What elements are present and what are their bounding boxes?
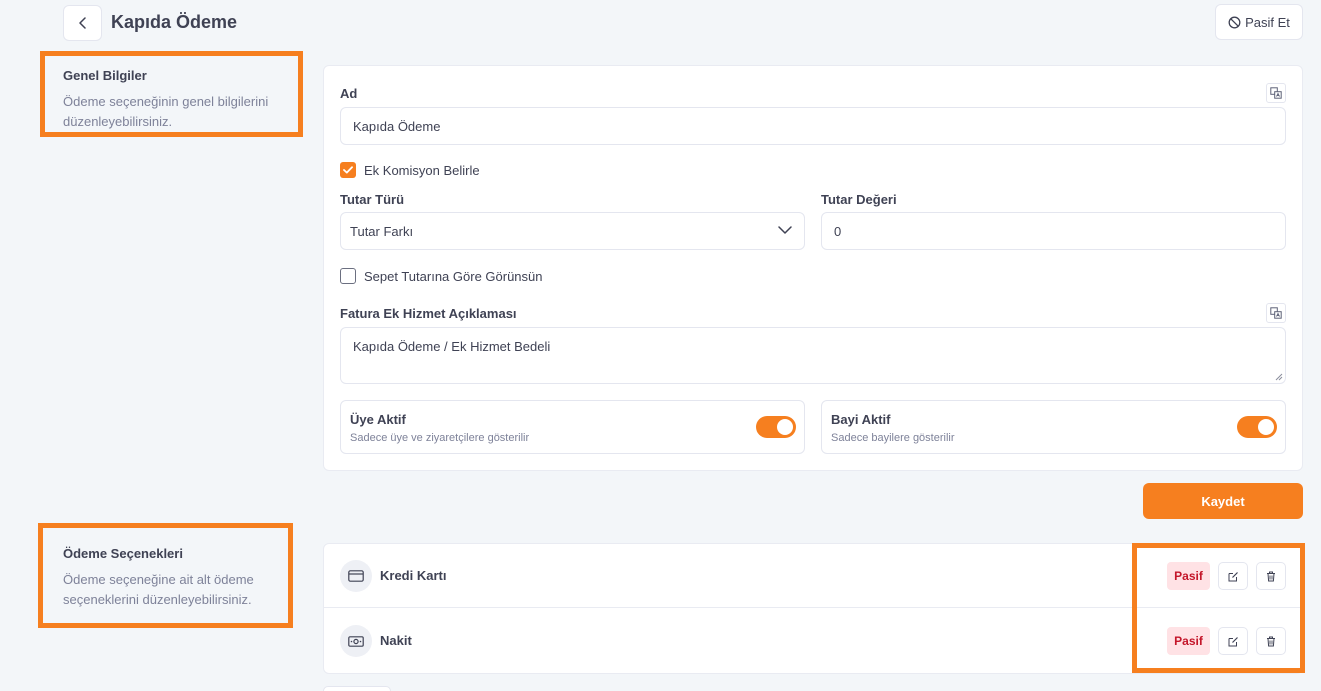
trash-icon <box>1267 636 1275 646</box>
tutar-turu-value: Tutar Farkı <box>350 223 414 239</box>
sepet-label: Sepet Tutarına Göre Görünsün <box>364 268 543 284</box>
credit-card-icon <box>348 570 364 582</box>
chevron-left-icon <box>78 17 86 29</box>
bayi-aktif-description: Sadece bayilere gösterilir <box>831 432 955 444</box>
uye-aktif-toggle[interactable] <box>756 416 796 438</box>
pasif-et-button[interactable]: Pasif Et <box>1215 4 1303 40</box>
tutar-turu-label: Tutar Türü <box>340 192 405 207</box>
toggle-knob <box>1258 419 1274 435</box>
option-name: Nakit <box>380 633 412 648</box>
tutar-degeri-input[interactable]: 0 <box>821 212 1286 250</box>
ad-label: Ad <box>340 86 358 101</box>
ek-komisyon-label: Ek Komisyon Belirle <box>364 162 480 178</box>
general-section-title: Genel Bilgiler <box>63 68 147 83</box>
edit-button[interactable] <box>1218 562 1248 590</box>
translate-icon <box>1270 307 1282 319</box>
delete-button[interactable] <box>1256 562 1286 590</box>
list-item: Nakit Pasif <box>324 609 1302 673</box>
option-icon-wrap <box>340 625 372 657</box>
tutar-turu-select[interactable]: Tutar Farkı <box>340 212 805 250</box>
ad-input-value: Kapıda Ödeme <box>353 118 441 134</box>
payment-options-card: Kredi Kartı Pasif Nakit Pasif <box>323 543 1303 674</box>
edit-icon <box>1228 636 1238 646</box>
delete-button[interactable] <box>1256 627 1286 655</box>
ek-komisyon-checkbox[interactable] <box>340 162 356 178</box>
fatura-label: Fatura Ek Hizmet Açıklaması <box>340 306 517 321</box>
tutar-degeri-value: 0 <box>834 223 842 239</box>
tutar-degeri-label: Tutar Değeri <box>821 192 897 207</box>
save-button[interactable]: Kaydet <box>1143 483 1303 519</box>
sepet-checkbox[interactable] <box>340 268 356 284</box>
uye-aktif-box: Üye Aktif Sadece üye ve ziyaretçilere gö… <box>340 400 805 454</box>
bayi-aktif-title: Bayi Aktif <box>831 412 891 427</box>
option-icon-wrap <box>340 560 372 592</box>
pasif-et-label: Pasif Et <box>1245 14 1290 30</box>
general-section-description: Ödeme seçeneğinin genel bilgilerini düze… <box>63 94 269 129</box>
fatura-textarea[interactable]: Kapıda Ödeme / Ek Hizmet Bedeli <box>340 327 1286 384</box>
options-section-title: Ödeme Seçenekleri <box>63 546 183 561</box>
add-option-button[interactable] <box>323 686 391 691</box>
ad-input[interactable]: Kapıda Ödeme <box>340 107 1286 145</box>
translate-button[interactable] <box>1266 303 1286 323</box>
translate-button[interactable] <box>1266 83 1286 103</box>
ek-komisyon-checkbox-row[interactable]: Ek Komisyon Belirle <box>340 162 480 178</box>
resize-handle-icon[interactable] <box>1275 373 1283 381</box>
chevron-down-icon <box>778 226 792 234</box>
edit-icon <box>1228 571 1238 581</box>
options-section-info: Ödeme Seçenekleri Ödeme seçeneğine ait a… <box>63 546 278 610</box>
bayi-aktif-toggle[interactable] <box>1237 416 1277 438</box>
sepet-checkbox-row[interactable]: Sepet Tutarına Göre Görünsün <box>340 268 543 284</box>
edit-button[interactable] <box>1218 627 1248 655</box>
uye-aktif-title: Üye Aktif <box>350 412 406 427</box>
translate-icon <box>1270 87 1282 99</box>
list-item: Kredi Kartı Pasif <box>324 544 1302 608</box>
general-section-info: Genel Bilgiler Ödeme seçeneğinin genel b… <box>63 68 293 132</box>
general-info-card: Ad Kapıda Ödeme Ek Komisyon Belirle Tuta… <box>323 65 1303 471</box>
option-name: Kredi Kartı <box>380 568 447 583</box>
page-title: Kapıda Ödeme <box>111 12 238 32</box>
trash-icon <box>1267 571 1275 581</box>
uye-aktif-description: Sadece üye ve ziyaretçilere gösterilir <box>350 432 530 444</box>
bayi-aktif-box: Bayi Aktif Sadece bayilere gösterilir <box>821 400 1286 454</box>
options-section-description: Ödeme seçeneğine ait alt ödeme seçenekle… <box>63 572 254 607</box>
ban-icon <box>1228 16 1241 28</box>
toggle-knob <box>777 419 793 435</box>
status-badge: Pasif <box>1167 627 1210 655</box>
cash-icon <box>348 635 364 647</box>
fatura-value: Kapıda Ödeme / Ek Hizmet Bedeli <box>353 339 551 354</box>
status-badge: Pasif <box>1167 562 1210 590</box>
check-icon <box>343 166 353 174</box>
back-button[interactable] <box>63 5 102 41</box>
